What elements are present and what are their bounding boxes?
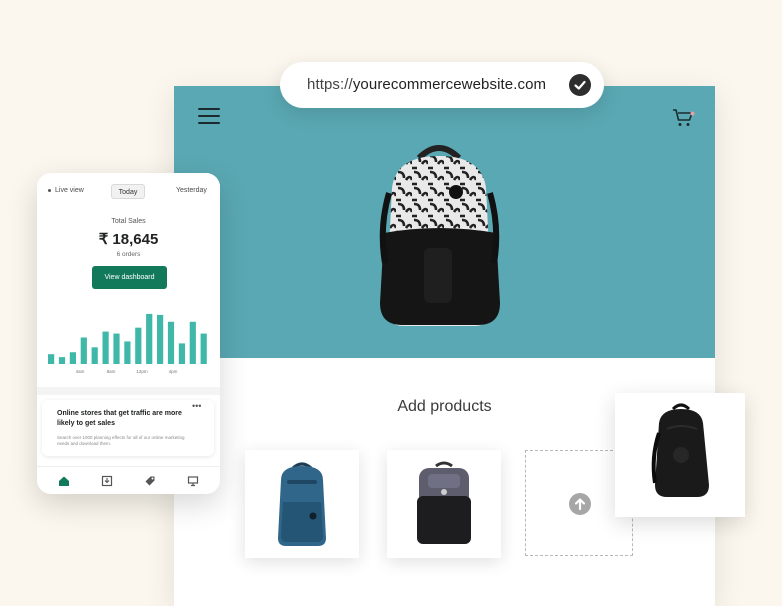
orders-icon[interactable] [101, 475, 113, 487]
grey-backpack-image [417, 461, 471, 544]
dashboard-summary: Live view Today Yesterday Total Sales ₹ … [37, 173, 220, 387]
segment-yesterday[interactable]: Yesterday [176, 187, 207, 194]
tip-card[interactable]: Online stores that get traffic are more … [42, 400, 214, 456]
chart-bar [80, 337, 87, 364]
store-hero-banner [174, 86, 715, 358]
tip-title: Online stores that get traffic are more … [57, 410, 182, 427]
chart-bar [58, 357, 66, 364]
total-sales-label: Total Sales [111, 218, 146, 225]
chart-tick-label: 8am [107, 369, 116, 374]
view-dashboard-button[interactable]: View dashboard [92, 266, 167, 289]
more-horizontal-icon[interactable]: ••• [192, 401, 201, 411]
dragged-product-card[interactable] [615, 393, 745, 517]
check-circle-icon [569, 74, 591, 96]
mobile-dashboard: Live view Today Yesterday Total Sales ₹ … [37, 173, 220, 494]
url-bar[interactable]: https://yourecommercewebsite.com [280, 62, 604, 108]
chart-bar [157, 314, 164, 364]
chart-bar [200, 333, 207, 364]
url-protocol: https:// [307, 76, 353, 93]
blue-backpack-image [278, 462, 326, 546]
chart-bar [48, 354, 55, 364]
segment-live-view[interactable]: Live view [48, 187, 84, 194]
section-divider [37, 387, 220, 395]
chart-bar [102, 331, 109, 364]
hamburger-icon[interactable] [198, 108, 220, 126]
bottom-nav [37, 466, 220, 494]
store-icon[interactable] [187, 475, 199, 487]
chart-bar [167, 321, 175, 364]
segment-live-view-label: Live view [55, 187, 84, 194]
tag-icon[interactable] [144, 475, 156, 487]
tip-body: Search over 1000 planning effects for al… [57, 435, 185, 446]
chart-bar [124, 341, 131, 364]
product-card-grey-backpack[interactable] [387, 450, 501, 558]
black-backpack-image [651, 403, 709, 497]
chart-tick-label: 4pm [169, 369, 178, 374]
chart-bar [113, 333, 120, 364]
chart-tick-label: 12pm [136, 369, 148, 374]
chart-bar [146, 313, 153, 364]
url-text: https://yourecommercewebsite.com [307, 76, 546, 93]
segment-today[interactable]: Today [111, 184, 145, 199]
home-icon[interactable] [58, 475, 70, 487]
total-sales-value: ₹ 18,645 [98, 231, 159, 248]
cart-icon[interactable] [671, 106, 695, 130]
product-card-blue-backpack[interactable] [245, 450, 359, 558]
chart-tick-label: 4am [76, 369, 85, 374]
hero-backpack-image [379, 145, 500, 326]
url-domain: yourecommercewebsite.com [352, 76, 547, 93]
chart-bar [69, 352, 76, 364]
store-preview-window: Add products [174, 86, 715, 606]
chart-bar [178, 343, 185, 364]
sales-bar-chart: 4am 8am 12pm 4pm [48, 313, 207, 374]
chart-bar [135, 327, 142, 364]
chart-bar [189, 321, 196, 364]
upload-arrow-icon[interactable] [569, 493, 591, 515]
chart-bar [91, 347, 98, 364]
orders-count: 6 orders [116, 251, 141, 258]
